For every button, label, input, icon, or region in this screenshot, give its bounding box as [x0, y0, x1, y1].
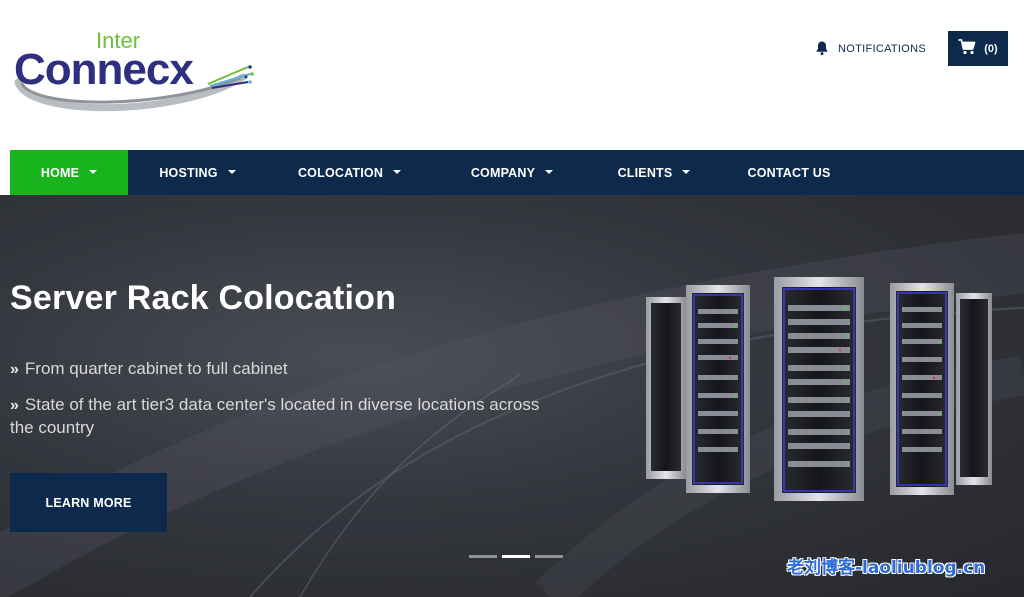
- nav-contact-us-label: CONTACT US: [747, 165, 831, 180]
- learn-more-button[interactable]: LEARN MORE: [10, 473, 167, 532]
- hero-bullet: » State of the art tier3 data center's lo…: [10, 394, 550, 439]
- cart-count: (0): [984, 42, 998, 55]
- caret-down-icon: [545, 169, 554, 174]
- hero-bullet-text: State of the art tier3 data center's loc…: [10, 395, 540, 437]
- hero-bullet-text: From quarter cabinet to full cabinet: [24, 359, 288, 378]
- caret-down-icon: [682, 169, 691, 174]
- bell-icon: [814, 40, 830, 59]
- slider-pagination: [469, 555, 563, 558]
- hero-slider: Server Rack Colocation » From quarter cab…: [0, 195, 1024, 597]
- cart-button[interactable]: (0): [948, 31, 1008, 66]
- nav-clients[interactable]: CLIENTS: [592, 150, 716, 195]
- nav-home-label: HOME: [40, 165, 80, 180]
- notifications-link[interactable]: NOTIFICATIONS: [814, 40, 926, 58]
- hero-bullet: » From quarter cabinet to full cabinet: [10, 358, 550, 381]
- notifications-label: NOTIFICATIONS: [838, 43, 927, 55]
- caret-down-icon: [89, 169, 98, 174]
- main-navigation: HOME HOSTING COLOCATION COMPANY CLIENTS …: [10, 150, 1024, 195]
- slide-indicator-1[interactable]: [469, 555, 497, 558]
- double-chevron-right-icon: »: [10, 397, 19, 414]
- logo-connecx-text: Connecx: [14, 45, 194, 94]
- caret-down-icon: [393, 169, 402, 174]
- nav-hosting[interactable]: HOSTING: [128, 150, 267, 195]
- shopping-cart-icon: [958, 39, 976, 58]
- nav-hosting-label: HOSTING: [159, 165, 218, 180]
- caret-down-icon: [227, 169, 236, 174]
- nav-home[interactable]: HOME: [10, 150, 128, 195]
- nav-company[interactable]: COMPANY: [432, 150, 592, 195]
- nav-clients-label: CLIENTS: [617, 165, 673, 180]
- double-chevron-right-icon: »: [10, 361, 19, 378]
- interconnecx-logo[interactable]: Inter Connecx: [8, 22, 258, 117]
- nav-company-label: COMPANY: [470, 165, 536, 180]
- site-header: Inter Connecx NOTIFICATIONS (0): [0, 0, 1024, 150]
- watermark-text: 老刘博客-laoliublog.cn: [787, 558, 986, 578]
- fiber-optic-icon: [207, 65, 254, 89]
- nav-colocation-label: COLOCATION: [297, 165, 384, 180]
- slide-indicator-3[interactable]: [535, 555, 563, 558]
- slide-indicator-2[interactable]: [502, 555, 530, 558]
- nav-colocation[interactable]: COLOCATION: [267, 150, 432, 195]
- server-racks-image: [646, 277, 992, 501]
- hero-title: Server Rack Colocation: [10, 279, 397, 317]
- nav-contact-us[interactable]: CONTACT US: [716, 150, 862, 195]
